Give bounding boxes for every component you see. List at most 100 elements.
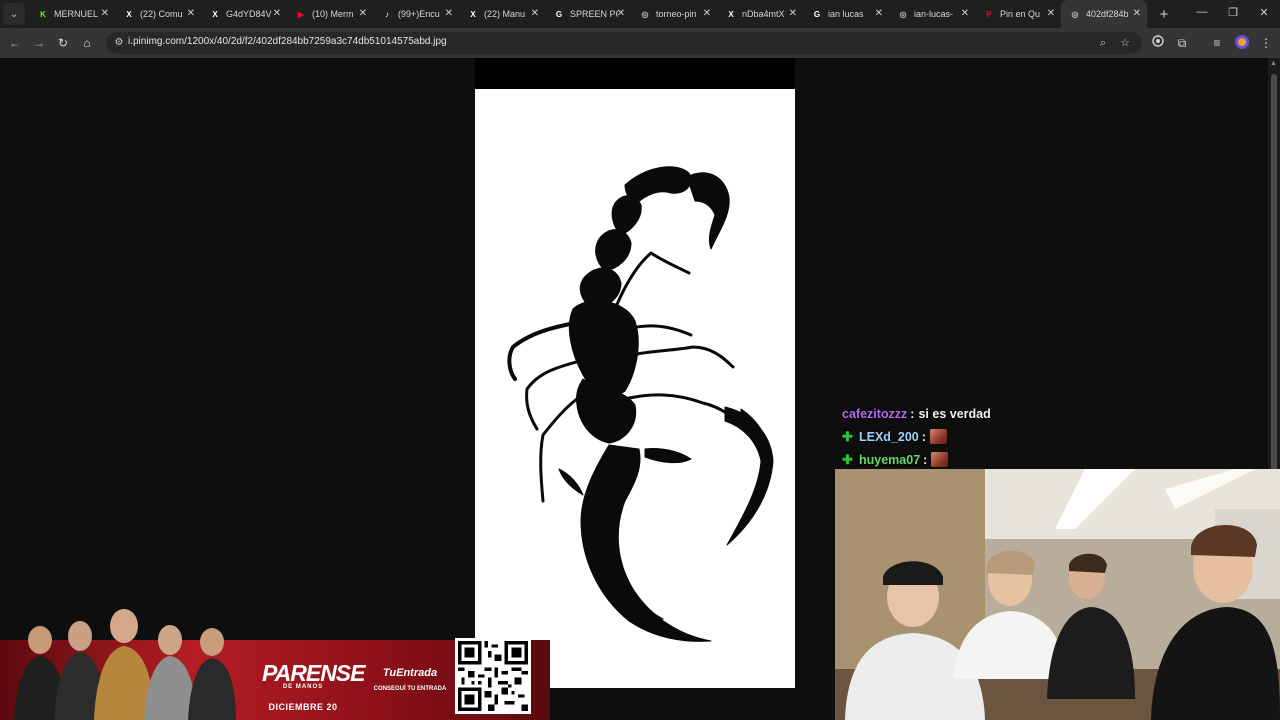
tab-search-button[interactable]: ⌄ — [3, 3, 25, 25]
webcam-feed — [835, 469, 1280, 720]
zoom-icon[interactable]: ⌕ — [1096, 36, 1110, 50]
x-icon: X — [470, 9, 476, 19]
scroll-up-arrow-icon[interactable]: ▲ — [1270, 60, 1277, 67]
tiktok-icon: ♪ — [385, 9, 389, 19]
extensions-puzzle-icon[interactable]: ⧉ — [1173, 34, 1191, 52]
tab-title: (10) Merm — [312, 9, 354, 19]
tab-7[interactable]: ◎ torneo-pin ✕ — [631, 0, 717, 28]
tab-title: G4dYD84V — [226, 9, 272, 19]
chat-separator: : — [910, 406, 915, 421]
home-button[interactable]: ⌂ — [78, 34, 96, 52]
tab-0[interactable]: K MERNUEL ✕ — [29, 0, 115, 28]
browser-window: ⌄ K MERNUEL ✕ X (22) Comu ✕ X G4dYD84V ✕ ▶ (10) Me… — [0, 0, 1280, 720]
tab-title: Pin en Qu — [1000, 9, 1041, 19]
tab-6[interactable]: G SPREEN PC ✕ — [545, 0, 631, 28]
pinterest-icon: P — [986, 9, 992, 19]
tab-4[interactable]: ♪ (99+)Encu ✕ — [373, 0, 459, 28]
close-icon[interactable]: ✕ — [961, 8, 969, 19]
tab-title: (22) Manu — [484, 9, 526, 19]
chat-separator: : — [923, 452, 928, 467]
close-icon[interactable]: ✕ — [531, 8, 539, 19]
chat-separator: : — [921, 429, 926, 444]
tab-title: (22) Comu — [140, 9, 183, 19]
qr-code-pattern — [458, 641, 528, 711]
close-icon[interactable]: ✕ — [187, 8, 195, 19]
tab-9[interactable]: Gian lucas ✕ — [803, 0, 889, 28]
restore-button[interactable]: ❐ — [1217, 6, 1249, 19]
youtube-icon: ▶ — [297, 9, 305, 19]
chat-message: ✚ huyema07: — [842, 448, 1142, 471]
event-date: DICIEMBRE 20 — [268, 702, 338, 712]
tab-strip: ⌄ K MERNUEL ✕ X (22) Comu ✕ X G4dYD84V ✕ ▶ (10) Me… — [0, 0, 1280, 28]
kick-icon: K — [40, 9, 46, 19]
x-icon: X — [728, 9, 734, 19]
minimize-button[interactable]: — — [1186, 6, 1218, 18]
banner-person-3 — [94, 609, 154, 720]
webcam-scene — [835, 469, 1280, 720]
banner-person-4 — [144, 625, 196, 720]
tab-8[interactable]: XnDba4mtX ✕ — [717, 0, 803, 28]
close-icon[interactable]: ✕ — [101, 8, 109, 19]
globe-icon: ◎ — [899, 9, 907, 19]
profile-avatar[interactable] — [1233, 34, 1251, 52]
subscriber-badge-icon: ✚ — [842, 451, 853, 467]
tab-title: (99+)Encu — [398, 9, 440, 19]
banner-people-photo — [14, 609, 236, 720]
chat-message: cafezitozzz: si es verdad — [842, 402, 1142, 425]
tab-title: ian lucas — [828, 9, 864, 19]
close-icon[interactable]: ✕ — [703, 8, 711, 19]
close-icon[interactable]: ✕ — [1133, 8, 1141, 19]
event-logo-subtitle: DE MANOS — [282, 684, 324, 690]
event-logo: PARENSE — [262, 660, 366, 686]
bookmark-star-icon[interactable]: ☆ — [1118, 36, 1132, 50]
chat-text: si es verdad — [918, 406, 991, 421]
back-button[interactable]: ← — [6, 34, 24, 52]
window-close-button[interactable]: ✕ — [1248, 6, 1280, 19]
close-icon[interactable]: ✕ — [273, 8, 281, 19]
extension-icon[interactable] — [1149, 34, 1167, 52]
chat-username: cafezitozzz — [842, 406, 908, 421]
chat-username: LEXd_200 — [859, 429, 919, 444]
close-icon[interactable]: ✕ — [359, 8, 367, 19]
stream-chat-overlay: cafezitozzz: si es verdad ✚ LEXd_200: ✚ huyem… — [842, 402, 1142, 471]
close-icon[interactable]: ✕ — [875, 8, 883, 19]
menu-kebab-icon[interactable]: ⋮ — [1257, 34, 1275, 52]
close-icon[interactable]: ✕ — [445, 8, 453, 19]
tab-list: K MERNUEL ✕ X (22) Comu ✕ X G4dYD84V ✕ ▶ (10) Merm… — [29, 0, 1147, 28]
ticket-brand-logo: TuEntrada — [382, 667, 438, 679]
forward-button[interactable]: → — [30, 34, 48, 52]
media-control-icon[interactable]: ≡ — [1208, 34, 1226, 52]
tab-title: torneo-pin — [656, 9, 697, 19]
emote-icon — [931, 452, 949, 467]
address-bar[interactable]: ⚙ i.pinimg.com/1200x/40/2d/f2/402df284bb… — [106, 32, 1142, 54]
reload-button[interactable]: ↻ — [54, 34, 72, 52]
globe-icon: ◎ — [641, 9, 649, 19]
ticket-cta-text: CONSEGUÍ TU ENTRADA — [373, 686, 447, 692]
x-icon: X — [126, 9, 132, 19]
tab-2[interactable]: X G4dYD84V ✕ — [201, 0, 287, 28]
new-tab-button[interactable]: + — [1153, 6, 1175, 23]
subscriber-badge-icon: ✚ — [842, 428, 853, 444]
tab-11[interactable]: P Pin en Qu ✕ — [975, 0, 1061, 28]
close-icon[interactable]: ✕ — [1047, 8, 1055, 19]
tab-title: nDba4mtX — [742, 9, 785, 19]
image-top-letterbox — [475, 58, 795, 89]
promo-banner: PARENSE DE MANOS DICIEMBRE 20 TuEntrada … — [0, 598, 550, 720]
tab-5[interactable]: X (22) Manu ✕ — [459, 0, 545, 28]
tab-10[interactable]: ◎ ian-lucas- ✕ — [889, 0, 975, 28]
chat-message: ✚ LEXd_200: — [842, 425, 1142, 448]
google-icon: G — [555, 9, 563, 19]
qr-code — [455, 638, 531, 714]
tab-1[interactable]: X (22) Comu ✕ — [115, 0, 201, 28]
site-info-icon[interactable]: ⚙ — [112, 36, 126, 50]
tab-3[interactable]: ▶ (10) Merm ✕ — [287, 0, 373, 28]
google-icon: G — [813, 9, 821, 19]
close-icon[interactable]: ✕ — [617, 8, 625, 19]
url-text[interactable]: i.pinimg.com/1200x/40/2d/f2/402df284bb72… — [128, 36, 447, 47]
banner-person-5 — [188, 628, 236, 720]
close-icon[interactable]: ✕ — [789, 8, 797, 19]
tab-12[interactable]: ◎ 402df284b ✕ — [1061, 0, 1147, 28]
x-icon: X — [212, 9, 218, 19]
globe-icon: ◎ — [1071, 9, 1079, 19]
browser-toolbar: ← → ↻ ⌂ ⚙ i.pinimg.com/1200x/40/2d/f2/40… — [0, 28, 1280, 58]
